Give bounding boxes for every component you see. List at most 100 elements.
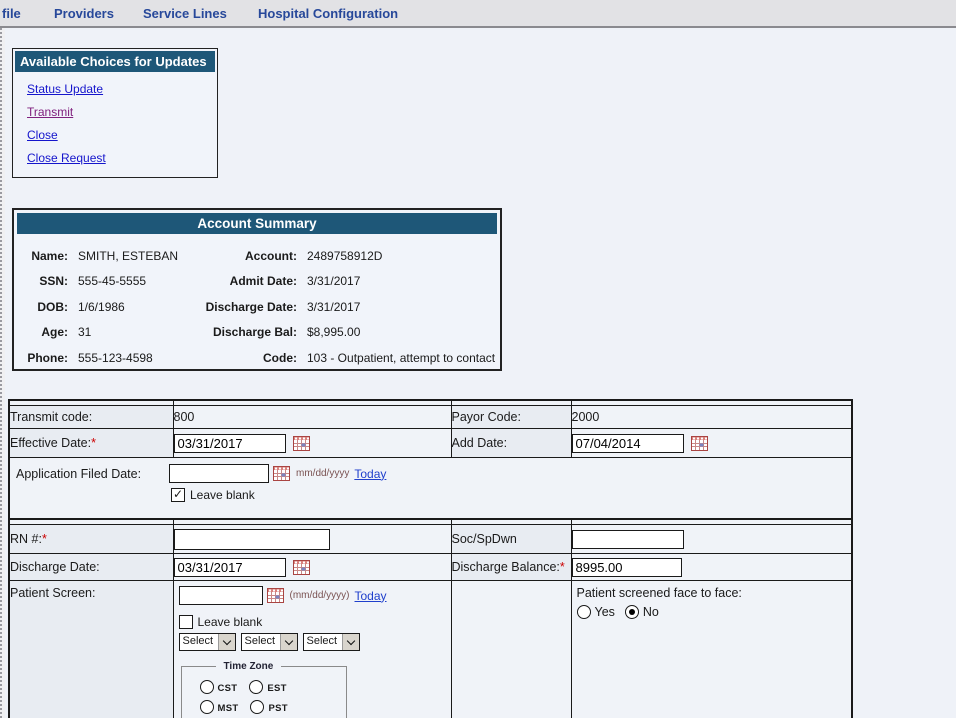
account-label: DOB: xyxy=(14,294,68,320)
nav-item-service-lines[interactable]: Service Lines xyxy=(143,6,227,21)
soc-spdwn-input[interactable] xyxy=(572,530,684,549)
screened-yes-radio[interactable] xyxy=(577,605,591,619)
select-value: Select xyxy=(180,634,218,650)
nav-item-providers[interactable]: Providers xyxy=(54,6,114,21)
timezone-pst-radio[interactable] xyxy=(250,700,264,714)
discharge-date-label: Discharge Date: xyxy=(9,554,173,581)
effective-date-row: Effective Date:* Add Date: xyxy=(9,429,852,458)
transmit-code-label: Transmit code: xyxy=(9,406,173,429)
today-link[interactable]: Today xyxy=(355,589,387,603)
rn-input[interactable] xyxy=(174,529,330,550)
account-label: Discharge Bal: xyxy=(190,320,297,346)
calendar-icon[interactable] xyxy=(293,560,310,575)
patient-screen-date-input[interactable] xyxy=(179,586,263,605)
link-close[interactable]: Close xyxy=(27,128,58,142)
timezone-mst-radio[interactable] xyxy=(200,700,214,714)
discharge-balance-input[interactable] xyxy=(572,558,682,577)
leave-blank-label: Leave blank xyxy=(190,488,255,502)
required-marker: * xyxy=(560,560,565,574)
account-label: Code: xyxy=(190,345,297,371)
top-navigation: file Providers Service Lines Hospital Co… xyxy=(0,0,956,28)
timezone-cst-radio[interactable] xyxy=(200,680,214,694)
timezone-option-label: CST xyxy=(218,683,238,694)
nav-item-hospital-configuration[interactable]: Hospital Configuration xyxy=(258,6,398,21)
patient-screen-select-2[interactable]: Select xyxy=(241,633,298,651)
rn-row: RN #:* Soc/SpDwn xyxy=(9,525,852,554)
available-choices-panel: Available Choices for Updates Status Upd… xyxy=(12,48,218,178)
account-value: 2489758912D xyxy=(297,243,500,269)
transmit-form-table: Transmit code: 800 Payor Code: 2000 Effe… xyxy=(8,399,853,522)
rn-label: RN #: xyxy=(10,532,42,546)
available-choices-links: Status Update Transmit Close Close Reque… xyxy=(13,74,217,165)
account-label: SSN: xyxy=(14,269,68,295)
timezone-legend: Time Zone xyxy=(216,661,282,672)
select-value: Select xyxy=(242,634,280,650)
add-date-label: Add Date: xyxy=(451,429,571,458)
required-marker: * xyxy=(91,436,96,450)
patient-screen-label: Patient Screen: xyxy=(9,581,173,718)
account-value: SMITH, ESTEBAN xyxy=(68,243,190,269)
patient-screen-select-3[interactable]: Select xyxy=(303,633,360,651)
nav-item-file[interactable]: file xyxy=(2,6,21,21)
account-value: 103 - Outpatient, attempt to contact xyxy=(297,345,500,371)
account-label: Name: xyxy=(14,243,68,269)
add-date-input[interactable] xyxy=(572,434,684,453)
account-value: 555-123-4598 xyxy=(68,345,190,371)
account-summary-header: Account Summary xyxy=(17,213,497,234)
transmit-code-value: 800 xyxy=(173,406,451,429)
date-format-hint: mm/dd/yyyy xyxy=(296,468,349,479)
link-transmit[interactable]: Transmit xyxy=(27,105,73,119)
screened-face-to-face-label: Patient screened face to face: xyxy=(577,586,852,600)
account-summary-grid: Name: SMITH, ESTEBAN Account: 2489758912… xyxy=(14,237,500,371)
account-value: 3/31/2017 xyxy=(297,294,500,320)
payor-code-label: Payor Code: xyxy=(451,406,571,429)
chevron-down-icon xyxy=(280,634,297,650)
calendar-icon[interactable] xyxy=(273,466,290,481)
timezone-option-label: PST xyxy=(268,703,287,714)
account-value: 1/6/1986 xyxy=(68,294,190,320)
calendar-icon[interactable] xyxy=(267,588,284,603)
account-summary-panel: Account Summary Name: SMITH, ESTEBAN Acc… xyxy=(12,208,502,371)
screened-yes-label: Yes xyxy=(595,605,615,619)
leave-blank-checkbox-unchecked[interactable] xyxy=(179,615,193,629)
chevron-down-icon xyxy=(342,634,359,650)
application-filed-date-input[interactable] xyxy=(169,464,269,483)
link-status-update[interactable]: Status Update xyxy=(27,82,103,96)
account-label: Account: xyxy=(190,243,297,269)
application-filed-date-row: Application Filed Date: mm/dd/yyyy Today… xyxy=(9,458,852,522)
timezone-option-label: MST xyxy=(218,703,239,714)
timezone-option-label: EST xyxy=(267,683,286,694)
timezone-fieldset: Time Zone CST EST MST PST xyxy=(181,661,347,718)
screened-no-label: No xyxy=(643,605,659,619)
account-value: $8,995.00 xyxy=(297,320,500,346)
patient-screen-row: Patient Screen: (mm/dd/yyyy) Today Leave… xyxy=(9,581,852,718)
discharge-date-input[interactable] xyxy=(174,558,286,577)
patient-screen-select-1[interactable]: Select xyxy=(179,633,236,651)
leave-blank-checkbox-checked[interactable]: ✓ xyxy=(171,488,185,502)
screened-no-radio[interactable] xyxy=(625,605,639,619)
select-value: Select xyxy=(304,634,342,650)
payor-code-value: 2000 xyxy=(571,406,852,429)
account-label: Phone: xyxy=(14,345,68,371)
today-link[interactable]: Today xyxy=(354,467,386,481)
link-close-request[interactable]: Close Request xyxy=(27,151,106,165)
calendar-icon[interactable] xyxy=(293,436,310,451)
account-label: Discharge Date: xyxy=(190,294,297,320)
left-edge-strip xyxy=(0,28,5,718)
account-value: 3/31/2017 xyxy=(297,269,500,295)
effective-date-label: Effective Date: xyxy=(10,436,91,450)
calendar-icon[interactable] xyxy=(691,436,708,451)
timezone-est-radio[interactable] xyxy=(249,680,263,694)
account-value: 31 xyxy=(68,320,190,346)
effective-date-input[interactable] xyxy=(174,434,286,453)
application-filed-date-label: Application Filed Date: xyxy=(16,467,169,481)
discharge-balance-label: Discharge Balance: xyxy=(452,560,560,574)
transmit-code-row: Transmit code: 800 Payor Code: 2000 xyxy=(9,406,852,429)
chevron-down-icon xyxy=(218,634,235,650)
account-label: Age: xyxy=(14,320,68,346)
discharge-form-table: RN #:* Soc/SpDwn Discharge Date: Dischar… xyxy=(8,518,853,718)
account-label: Admit Date: xyxy=(190,269,297,295)
available-choices-header: Available Choices for Updates xyxy=(15,51,215,72)
required-marker: * xyxy=(42,532,47,546)
discharge-date-row: Discharge Date: Discharge Balance:* xyxy=(9,554,852,581)
